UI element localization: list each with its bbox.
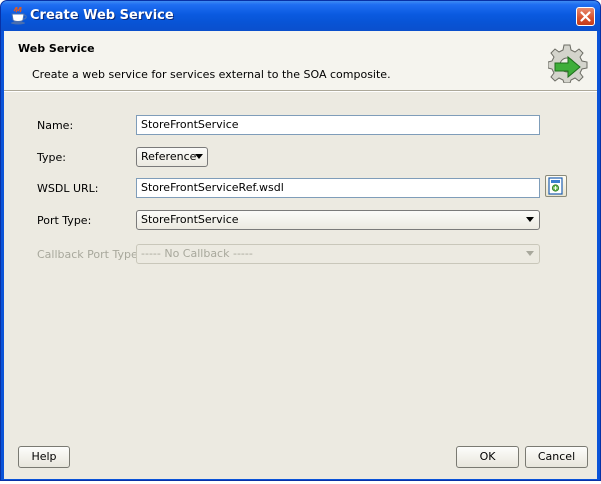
type-dropdown-value: Reference (141, 150, 197, 163)
name-input-value: StoreFrontService (141, 118, 239, 131)
browse-wsdl-icon (548, 177, 563, 195)
header-title: Web Service (18, 42, 95, 55)
gear-arrow-icon (548, 44, 588, 83)
close-button[interactable] (576, 7, 595, 26)
name-input[interactable]: StoreFrontService (136, 115, 540, 135)
chevron-down-icon (526, 251, 534, 256)
type-dropdown[interactable]: Reference (136, 147, 208, 167)
dialog-window: Create Web Service Web Service Create a … (0, 0, 601, 481)
title-bar[interactable]: Create Web Service (1, 1, 600, 31)
type-label: Type: (37, 151, 66, 164)
cancel-button[interactable]: Cancel (525, 446, 588, 468)
close-icon (580, 11, 591, 22)
ok-button[interactable]: OK (456, 446, 519, 468)
wsdl-url-label: WSDL URL: (37, 182, 99, 195)
wsdl-url-input[interactable]: StoreFrontServiceRef.wsdl (136, 178, 540, 198)
callback-port-type-label: Callback Port Type: (37, 248, 142, 261)
java-cup-icon (11, 7, 27, 25)
chevron-down-icon (195, 154, 203, 159)
header-separator (4, 90, 597, 92)
dialog-body: Web Service Create a web service for ser… (4, 31, 597, 479)
chevron-down-icon (526, 217, 534, 222)
name-label: Name: (37, 119, 74, 132)
port-type-dropdown[interactable]: StoreFrontService (136, 210, 540, 230)
port-type-dropdown-value: StoreFrontService (141, 213, 239, 226)
callback-port-type-dropdown-value: ----- No Callback ----- (141, 247, 253, 260)
header-panel: Web Service Create a web service for ser… (4, 31, 597, 90)
wsdl-url-input-value: StoreFrontServiceRef.wsdl (141, 181, 284, 194)
port-type-label: Port Type: (37, 214, 92, 227)
browse-wsdl-button[interactable] (545, 175, 567, 197)
help-button[interactable]: Help (18, 446, 70, 468)
window-title: Create Web Service (30, 8, 174, 23)
header-description: Create a web service for services extern… (32, 68, 391, 81)
callback-port-type-dropdown[interactable]: ----- No Callback ----- (136, 244, 540, 264)
